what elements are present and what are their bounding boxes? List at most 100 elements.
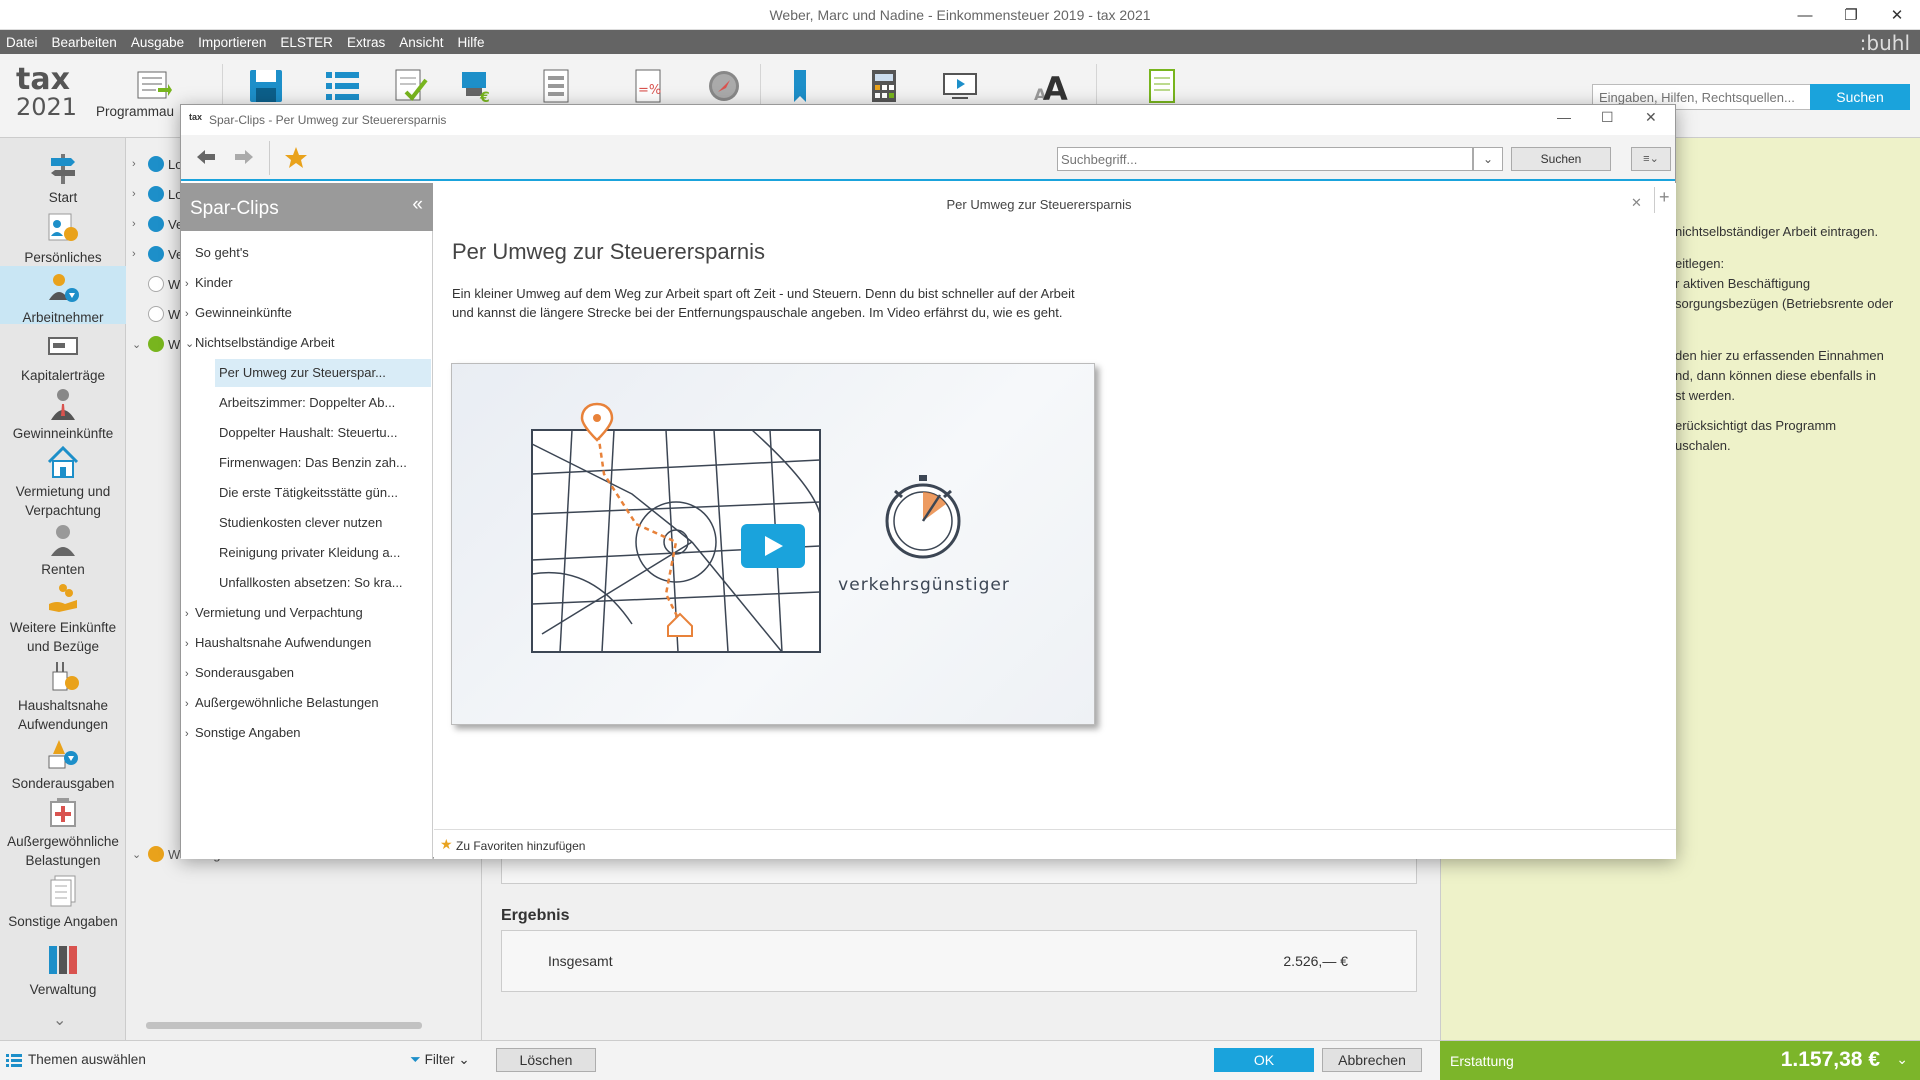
sidebar-item[interactable]: Doppelter Haushalt: Steuertu... — [181, 419, 433, 447]
nav-haushaltsnahe[interactable]: Haushaltsnahe Aufwendungen — [0, 658, 126, 734]
sidebar-item[interactable]: Firmenwagen: Das Benzin zah... — [181, 449, 433, 477]
menu-datei[interactable]: Datei — [6, 35, 38, 50]
compass-icon[interactable] — [704, 66, 744, 106]
sidebar-item[interactable]: › Vermietung und Verpachtung — [181, 599, 433, 627]
sidebar-item[interactable]: Per Umweg zur Steuerspar... — [215, 359, 431, 387]
household-icon — [52, 662, 79, 691]
add-to-favorites-link[interactable]: Zu Favoriten hinzufügen — [456, 839, 585, 853]
folders-icon — [49, 946, 77, 974]
menu-elster[interactable]: ELSTER — [280, 35, 333, 50]
sidebar-item[interactable]: So geht's — [181, 239, 433, 267]
refund-display[interactable]: Erstattung 1.157,38 € ⌄ — [1440, 1041, 1920, 1080]
tree-row[interactable]: ⌄ W — [132, 334, 180, 354]
tree-row[interactable]: W — [132, 304, 180, 324]
dialog-menu-icon[interactable]: ≡⌄ — [1631, 147, 1671, 171]
nav-start[interactable]: Start — [0, 150, 126, 207]
spar-clips-dialog: tax Spar-Clips - Per Umweg zur Steuerers… — [180, 104, 1676, 859]
check-document-icon[interactable] — [390, 66, 430, 106]
dialog-maximize-button[interactable]: ☐ — [1601, 109, 1614, 126]
sidebar-item-label: Sonstige Angaben — [195, 725, 301, 740]
ok-button[interactable]: OK — [1214, 1048, 1314, 1072]
menu-importieren[interactable]: Importieren — [198, 35, 266, 50]
back-arrow-icon[interactable] — [195, 148, 217, 166]
calculator-icon[interactable] — [864, 66, 904, 106]
list-icon[interactable] — [322, 66, 362, 106]
video-player[interactable]: verkehrsgünstiger — [451, 363, 1095, 725]
sidebar-item[interactable]: › Sonstige Angaben — [181, 719, 433, 747]
sidebar-item[interactable]: › Gewinneinkünfte — [181, 299, 433, 327]
nav-sonstige-angaben[interactable]: Sonstige Angaben — [0, 874, 126, 931]
video-icon[interactable] — [940, 66, 980, 106]
tree-row[interactable]: W — [132, 274, 180, 294]
new-tab-icon[interactable]: + — [1654, 187, 1674, 213]
filter-button[interactable]: ⏷ Filter ⌄ — [410, 1052, 470, 1068]
nav-kapitalertraege[interactable]: Kapitalerträge — [0, 328, 126, 385]
menu-hilfe[interactable]: Hilfe — [457, 35, 484, 50]
nav-arbeitnehmer[interactable]: Arbeitnehmer — [0, 266, 126, 325]
dialog-minimize-button[interactable]: — — [1557, 109, 1571, 125]
program-overview-icon[interactable] — [134, 66, 174, 106]
percent-document-icon[interactable]: =% — [628, 66, 668, 106]
nav-renten[interactable]: Renten — [0, 522, 126, 579]
status-blue-icon — [148, 156, 164, 172]
bookmark-icon[interactable] — [780, 66, 820, 106]
sidebar-item[interactable]: Unfallkosten absetzen: So kra... — [181, 569, 433, 597]
minimize-button[interactable]: — — [1782, 0, 1828, 30]
nav-weitere-einkuenfte[interactable]: Weitere Einkünfte und Bezüge — [0, 580, 126, 656]
sidebar-item[interactable]: › Haushaltsnahe Aufwendungen — [181, 629, 433, 657]
nav-sonderausgaben[interactable]: Sonderausgaben — [0, 736, 126, 793]
program-overview-label: Programmau — [96, 104, 175, 119]
tree-row[interactable]: › Ve — [132, 214, 183, 234]
tab-close-icon[interactable]: ✕ — [1631, 195, 1642, 211]
nav-vermietung[interactable]: Vermietung und Verpachtung — [0, 444, 126, 520]
video-thumbnail: verkehrsgünstiger — [531, 402, 1010, 653]
nav-gewinneinkuenfte[interactable]: Gewinneinkünfte — [0, 386, 126, 443]
dialog-footer: ★ Zu Favoriten hinzufügen — [434, 829, 1676, 859]
sidebar-item[interactable]: Die erste Tätigkeitsstätte gün... — [181, 479, 433, 507]
menu-bearbeiten[interactable]: Bearbeiten — [52, 35, 117, 50]
menu-extras[interactable]: Extras — [347, 35, 385, 50]
close-button[interactable]: ✕ — [1874, 0, 1920, 30]
search-dropdown-chevron-icon[interactable]: ⌄ — [1473, 147, 1503, 171]
forward-arrow-icon[interactable] — [233, 148, 255, 166]
sidebar-item-label: Sonderausgaben — [195, 665, 295, 680]
tax-form-icon[interactable] — [536, 66, 576, 106]
horizontal-scrollbar[interactable] — [146, 1022, 422, 1029]
main-search-button[interactable]: Suchen — [1810, 84, 1910, 110]
sidebar-item[interactable]: Studienkosten clever nutzen — [181, 509, 433, 537]
favorites-star-icon[interactable] — [283, 145, 309, 171]
dialog-close-button[interactable]: ✕ — [1645, 109, 1657, 126]
nav-aussergewoehnliche[interactable]: Außergewöhnliche Belastungen — [0, 794, 126, 870]
restore-button[interactable]: ❐ — [1828, 0, 1874, 30]
sidebar-item[interactable]: › Kinder — [181, 269, 433, 297]
sidebar-item[interactable]: Reinigung privater Kleidung a... — [181, 539, 433, 567]
notes-document-icon[interactable] — [1142, 66, 1182, 106]
chevron-down-icon[interactable]: ⌄ — [53, 1010, 66, 1030]
menu-ausgabe[interactable]: Ausgabe — [131, 35, 184, 50]
sidebar-item-label: So geht's — [195, 245, 249, 260]
themes-label: Themen auswählen — [28, 1052, 146, 1067]
sidebar-item[interactable]: Arbeitszimmer: Doppelter Ab... — [181, 389, 433, 417]
delete-button[interactable]: Löschen — [496, 1048, 596, 1072]
nav-verwaltung[interactable]: Verwaltung — [0, 942, 126, 999]
themes-button[interactable]: Themen auswählen — [6, 1052, 146, 1067]
elster-send-icon[interactable]: € — [458, 66, 498, 106]
font-size-icon[interactable]: AA — [1032, 66, 1072, 106]
tree-row[interactable]: › Ve — [132, 244, 183, 264]
cancel-button[interactable]: Abbrechen — [1322, 1048, 1422, 1072]
dialog-search-button[interactable]: Suchen — [1511, 147, 1611, 171]
collapse-icon[interactable]: « — [412, 194, 423, 216]
sidebar-item[interactable]: › Sonderausgaben — [181, 659, 433, 687]
nav-label: Vermietung und Verpachtung — [15, 484, 111, 518]
sidebar-item[interactable]: › Außergewöhnliche Belastungen — [181, 689, 433, 717]
dialog-search-input[interactable] — [1057, 147, 1473, 171]
tree-row[interactable]: › Lo — [132, 184, 182, 204]
tab-title[interactable]: Per Umweg zur Steuerersparnis — [434, 197, 1644, 212]
nav-label: Sonderausgaben — [11, 776, 115, 791]
video-caption: verkehrsgünstiger — [838, 575, 1010, 595]
save-icon[interactable] — [246, 66, 286, 106]
sidebar-item[interactable]: ⌄Nichtselbständige Arbeit — [181, 329, 433, 357]
nav-persoenliches[interactable]: Persönliches — [0, 210, 126, 267]
tree-row[interactable]: › Lo — [132, 154, 182, 174]
menu-ansicht[interactable]: Ansicht — [399, 35, 443, 50]
